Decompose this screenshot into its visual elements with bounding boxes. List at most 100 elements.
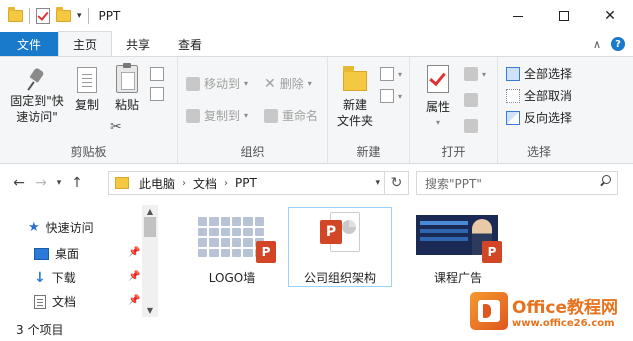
navigation-pane: ★ 快速访问 桌面 📌 ↓ 下载 📌 文档 📌 ▲ ▼ [0, 205, 158, 317]
close-button[interactable]: ✕ [587, 0, 633, 32]
close-icon: ✕ [604, 8, 616, 24]
group-clipboard: 固定到"快 速访问" 复制 粘贴 ✂ 剪贴板 [0, 57, 178, 163]
invert-selection-button[interactable]: 反向选择 [506, 109, 572, 126]
item-count: 3 个项目 [16, 322, 64, 337]
copy-button[interactable]: 复制 [70, 67, 104, 113]
pin-to-quick-access-button[interactable]: 固定到"快 速访问" [6, 67, 68, 125]
file-thumbnail: P [292, 212, 388, 263]
dropdown-arrow-icon: ▾ [398, 91, 403, 101]
properties-icon[interactable] [36, 8, 50, 24]
move-to-button[interactable]: 移动到 ▾ [186, 75, 248, 92]
rename-button[interactable]: 重命名 [264, 107, 318, 124]
documents-icon [34, 294, 46, 309]
window-controls: ✕ [495, 0, 633, 32]
paste-shortcut-button[interactable] [150, 87, 164, 101]
tab-share[interactable]: 共享 [112, 32, 164, 56]
title-bar: ▾ PPT ✕ [0, 0, 633, 32]
breadcrumb-ppt[interactable]: PPT [235, 176, 257, 190]
nav-scrollbar[interactable]: ▲ ▼ [142, 205, 158, 317]
up-button[interactable]: ↑ [66, 175, 88, 191]
select-none-button[interactable]: 全部取消 [506, 87, 572, 104]
powerpoint-icon: P [320, 212, 360, 256]
new-folder-icon[interactable] [56, 7, 71, 22]
scroll-up-icon[interactable]: ▲ [142, 207, 158, 216]
scroll-down-icon[interactable]: ▼ [142, 306, 158, 315]
watermark: Office教程网 www.office26.com [470, 286, 630, 336]
refresh-icon[interactable]: ↻ [384, 171, 408, 195]
nav-item-label: 下载 [51, 271, 76, 285]
customize-toolbar-chevron-icon[interactable]: ▾ [77, 11, 82, 21]
group-select: 全部选择 全部取消 反向选择 选择 [498, 57, 580, 163]
forward-button[interactable]: → [30, 175, 52, 191]
nav-item-desktop[interactable]: 桌面 [34, 245, 79, 262]
desktop-icon [34, 247, 49, 260]
pin-to-quick-access-label: 固定到"快 速访问" [10, 94, 64, 124]
help-icon[interactable]: ? [611, 37, 625, 51]
cut-button[interactable]: ✂ [110, 119, 122, 135]
file-name: 课程广告 [433, 271, 482, 285]
quick-access-toolbar: ▾ [0, 0, 89, 32]
file-item-course-ad[interactable]: P 课程广告 [406, 207, 510, 287]
folder-icon [115, 177, 129, 189]
invert-selection-icon [506, 110, 520, 125]
pin-icon[interactable]: 📌 [128, 247, 140, 258]
address-history-chevron-icon[interactable]: ▾ [375, 178, 380, 188]
file-item-logo-wall[interactable]: P LOGO墙 [180, 207, 284, 287]
copy-to-label: 复制到 [204, 109, 241, 123]
delete-button[interactable]: ✕ 删除 ▾ [264, 75, 312, 92]
group-organize: 移动到 ▾ 复制到 ▾ ✕ 删除 ▾ 重命名 组织 [178, 57, 328, 163]
history-icon [464, 119, 478, 133]
office-logo-icon [470, 292, 508, 330]
new-item-button[interactable]: ▾ [380, 67, 402, 81]
recent-locations-chevron-icon[interactable]: ▾ [52, 178, 66, 188]
collapse-ribbon-chevron-icon[interactable]: ∧ [593, 38, 601, 51]
tab-file[interactable]: 文件 [0, 32, 58, 56]
nav-item-downloads[interactable]: ↓ 下载 [34, 269, 76, 286]
watermark-line2: www.office26.com [512, 318, 615, 329]
select-all-icon [506, 66, 520, 81]
nav-quick-access[interactable]: ★ 快速访问 [28, 219, 94, 236]
easy-access-button[interactable]: ▾ [380, 89, 402, 103]
delete-icon: ✕ [264, 75, 276, 92]
rename-icon [264, 108, 278, 123]
copy-icon [77, 67, 97, 93]
pin-icon[interactable]: 📌 [128, 271, 140, 282]
copy-path-button[interactable] [150, 67, 164, 81]
paste-button[interactable]: 粘贴 [110, 63, 144, 113]
dropdown-arrow-icon: ▾ [482, 69, 487, 79]
maximize-button[interactable] [541, 0, 587, 32]
back-button[interactable]: ← [8, 175, 30, 191]
edit-button[interactable] [464, 93, 478, 107]
search-input[interactable]: 搜索"PPT" [416, 171, 618, 195]
address-bar[interactable]: 此电脑 › 文档 › PPT ▾ ↻ [108, 171, 409, 195]
scroll-thumb[interactable] [144, 217, 156, 237]
search-icon[interactable] [599, 175, 611, 187]
history-button[interactable] [464, 119, 478, 133]
file-name: 公司组织架构 [303, 271, 376, 285]
chevron-right-icon[interactable]: › [182, 178, 186, 189]
dropdown-arrow-icon: ▾ [244, 79, 249, 88]
copy-to-button[interactable]: 复制到 ▾ [186, 107, 248, 124]
pin-icon[interactable]: 📌 [128, 295, 140, 306]
new-item-icon [380, 67, 394, 81]
powerpoint-icon: P [256, 241, 276, 263]
paste-label: 粘贴 [114, 98, 139, 112]
minimize-button[interactable] [495, 0, 541, 32]
copy-to-icon [186, 108, 200, 123]
ribbon: 固定到"快 速访问" 复制 粘贴 ✂ 剪贴板 移动到 ▾ 复制到 ▾ ✕ 删除 [0, 56, 633, 164]
open-button[interactable]: ▾ [464, 67, 486, 81]
file-item-org-chart[interactable]: P 公司组织架构 [288, 207, 392, 287]
chevron-right-icon[interactable]: › [224, 178, 228, 189]
tab-home[interactable]: 主页 [58, 31, 113, 56]
group-label-organize: 组织 [240, 145, 265, 159]
group-open: 属性 ▾ ▾ 打开 [410, 57, 498, 163]
properties-button[interactable]: 属性 ▾ [420, 65, 456, 131]
tab-view[interactable]: 查看 [164, 32, 216, 56]
breadcrumb-this-pc[interactable]: 此电脑 [139, 175, 175, 192]
new-folder-label: 新建 文件夹 [336, 98, 373, 128]
breadcrumb-documents[interactable]: 文档 [193, 175, 217, 192]
new-folder-button[interactable]: 新建 文件夹 [334, 65, 376, 129]
select-all-button[interactable]: 全部选择 [506, 65, 572, 82]
select-none-icon [506, 88, 520, 103]
nav-item-documents[interactable]: 文档 [34, 293, 76, 310]
